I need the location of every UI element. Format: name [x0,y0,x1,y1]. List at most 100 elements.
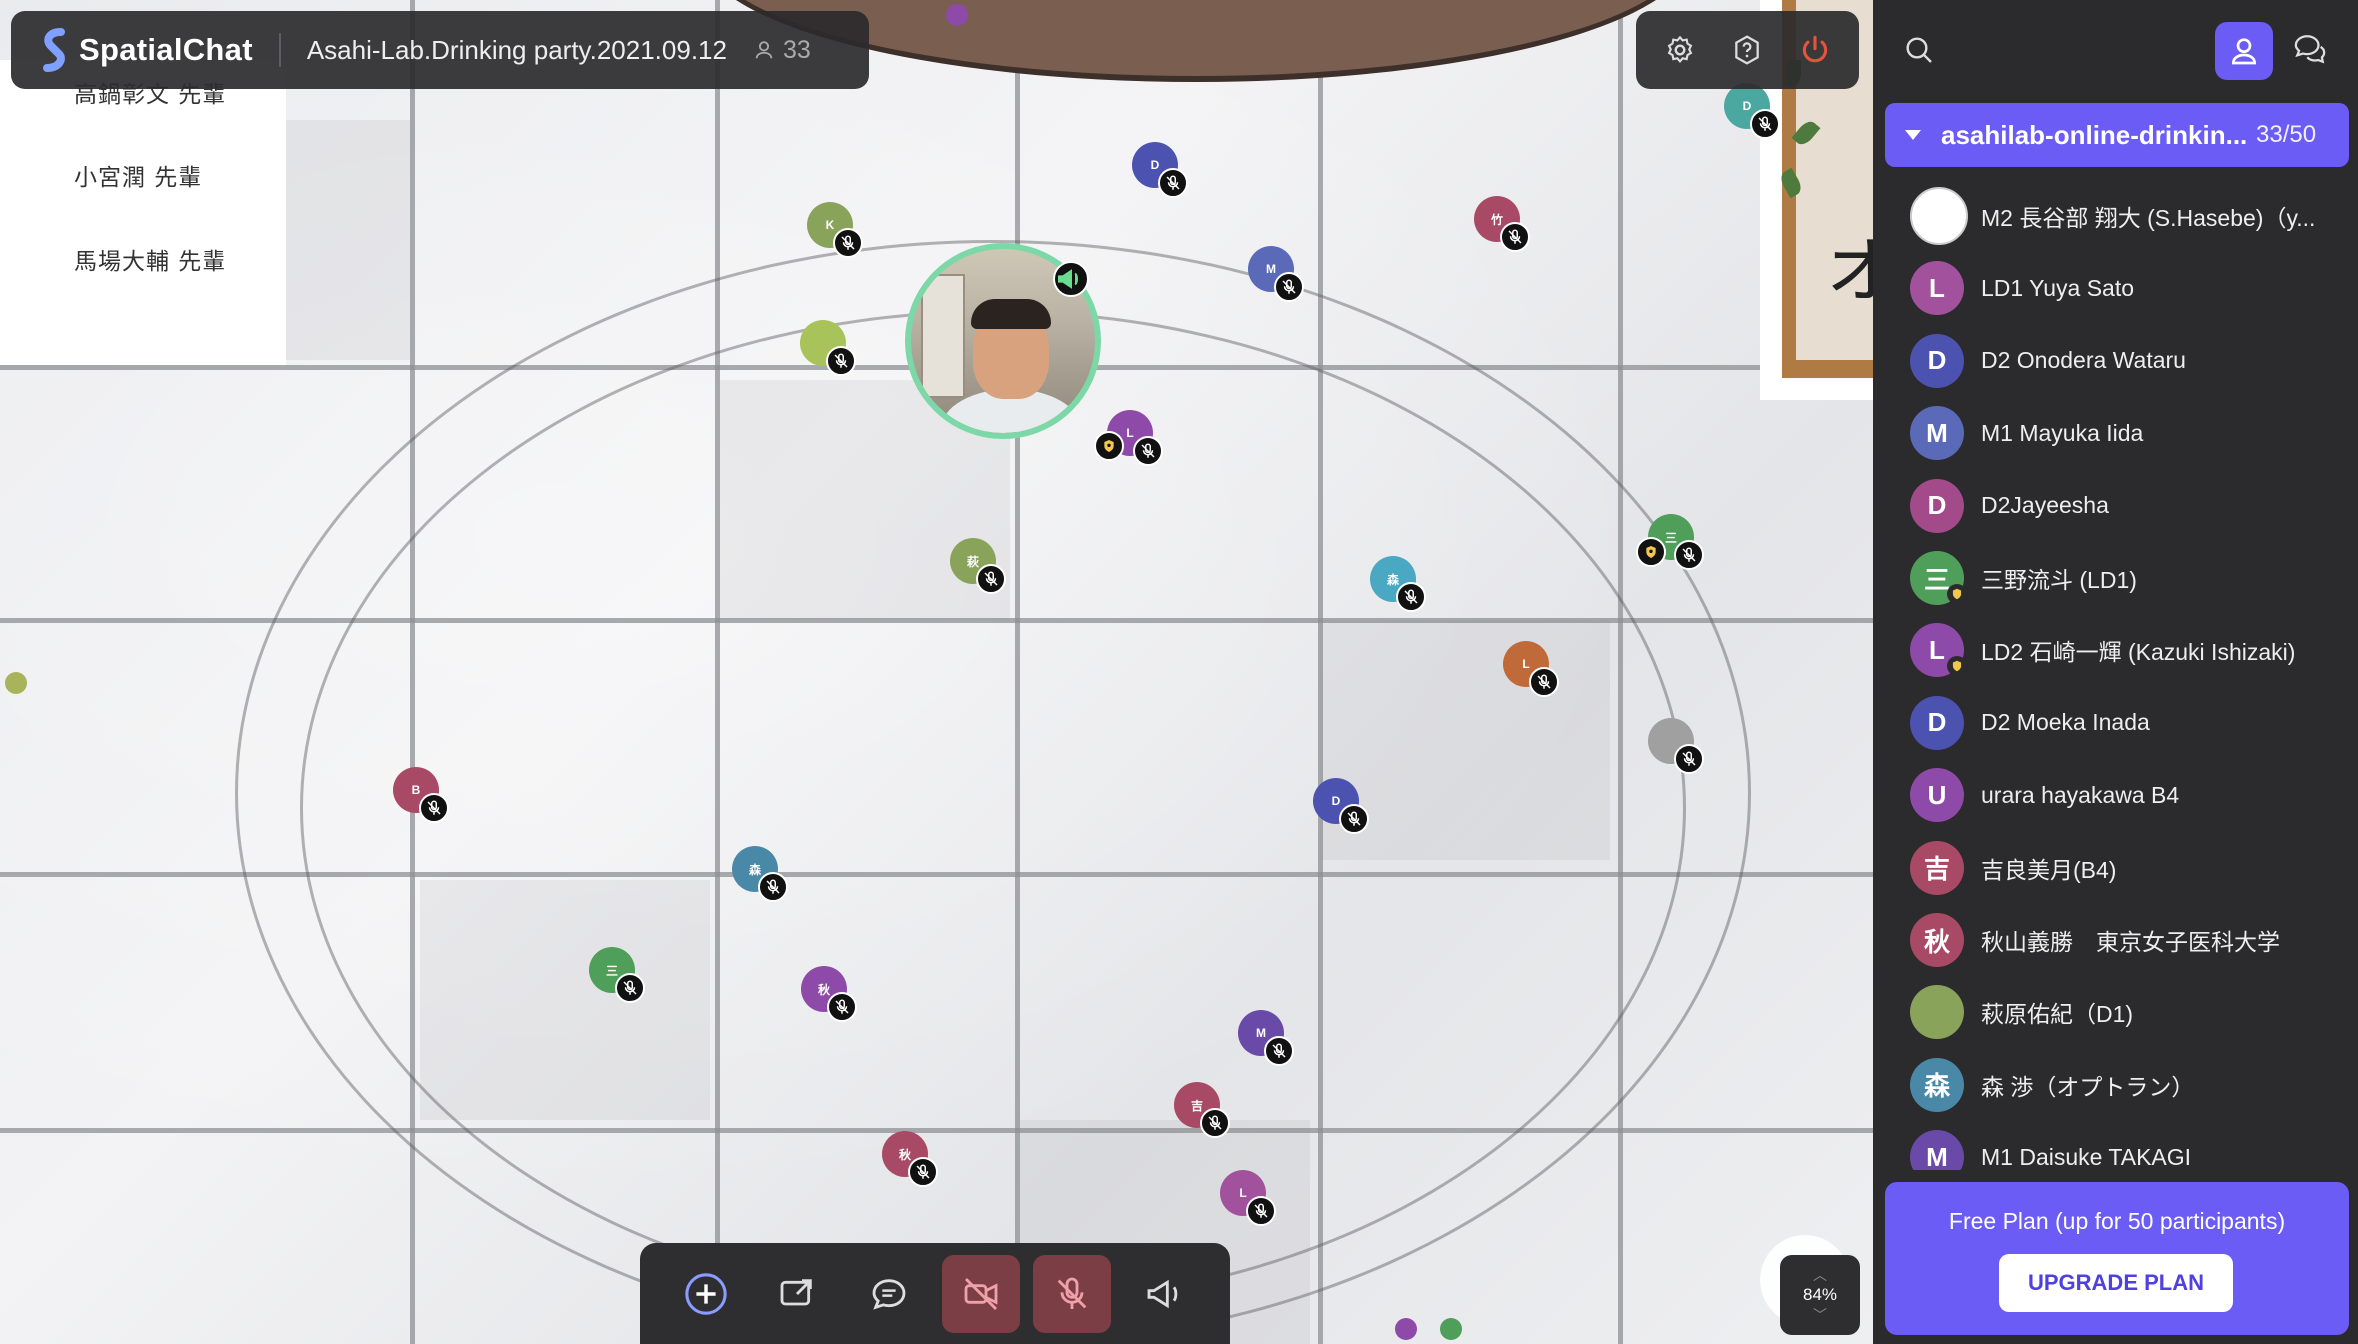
mic-off-icon [1158,168,1188,198]
host-icon [1636,537,1666,567]
participant-row[interactable]: D D2Jayeesha [1873,470,2358,542]
add-icon [685,1272,727,1315]
leave-button[interactable] [1790,25,1840,75]
mic-off-icon [1058,1277,1087,1309]
mic-off-icon [1674,540,1704,570]
mic-off-icon [827,992,857,1022]
room-title: Asahi-Lab.Drinking party.2021.09.12 [306,34,727,65]
mic-off-icon [826,346,856,376]
participant-name: M1 Mayuka Iida [1981,419,2144,446]
participant-count: 33 [753,36,811,65]
participant-row[interactable]: 吉吉良美月(B4) [1873,832,2358,904]
plan-text: Free Plan (up for 50 participants) [1948,1208,2286,1234]
add-button[interactable] [667,1255,745,1333]
participant-row[interactable]: M2 長谷部 翔大 (S.Hasebe)（y... [1873,180,2358,252]
mic-off-icon [758,872,788,902]
chat-button[interactable] [850,1255,928,1333]
participant-row[interactable]: L LD1 Yuya Sato [1873,252,2358,324]
power-icon [1802,35,1828,63]
users-icon [2231,38,2257,65]
help-button[interactable] [1722,25,1772,75]
participant-name: LD1 Yuya Sato [1981,274,2135,301]
camera-toggle-button[interactable] [941,1254,1020,1333]
background-shelf [921,274,965,398]
participant-list[interactable]: M2 長谷部 翔大 (S.Hasebe)（y... L LD1 Yuya Sato D… [1873,180,2358,1170]
participant-name: 萩原佑紀（D1) [1981,1001,2134,1028]
host-icon [1947,656,1967,677]
header-divider [278,33,281,67]
participant-name: 森 渉（オプトラン） [1981,1073,2195,1100]
participant-row[interactable]: 三三野流斗 (LD1) [1873,542,2358,614]
sidebar-header [1873,0,2358,100]
board-name: 小宮潤 先輩 [74,165,203,191]
mic-off-icon [1529,667,1559,697]
participant-avatar: L [1910,261,1964,316]
chat-icon [2294,35,2326,64]
search-icon [1906,37,1932,63]
host-icon [1094,431,1124,461]
zoom-down-icon[interactable]: ﹀ [1813,1305,1827,1325]
participant-avatar: 森 [1910,1057,1964,1112]
gear-icon [1667,35,1693,63]
participant-avatar: D [1910,333,1964,388]
avatar-dot[interactable] [1440,1318,1462,1340]
camera-off-icon [964,1277,998,1310]
participants-tab[interactable] [2215,22,2273,80]
participant-name: 三野流斗 (LD1) [1981,567,2137,593]
upgrade-plan-button[interactable]: UPGRADE PLAN [1999,1254,2233,1312]
participant-avatar [1910,985,1964,1040]
participant-row[interactable]: 秋秋山義勝 東京女子医科大学 [1873,904,2358,976]
participant-name: 秋山義勝 東京女子医科大学 [1981,929,2280,955]
mic-off-icon [419,793,449,823]
spatialchat-logo-icon [43,28,65,72]
avatar-dot[interactable] [946,4,968,26]
speaker-hair [971,299,1051,329]
share-screen-button[interactable] [758,1255,836,1333]
mic-toggle-button[interactable] [1033,1254,1112,1333]
broadcast-button[interactable] [1125,1255,1203,1333]
participant-row[interactable]: 萩原佑紀（D1) [1873,976,2358,1048]
participant-name: D2 Onodera Wataru [1981,347,2186,374]
participant-name: 吉良美月(B4) [1981,856,2117,883]
zoom-up-icon[interactable]: ︿ [1813,1265,1827,1285]
participant-row[interactable]: L LD2 石崎一輝 (Kazuki Ishizaki) [1873,614,2358,686]
mic-off-icon [1133,436,1163,466]
participant-name: urara hayakawa B4 [1981,781,2180,808]
participant-avatar: M [1910,406,1964,461]
participant-row[interactable]: M M1 Daisuke TAKAGI [1873,1121,2358,1170]
participant-name: M2 長谷部 翔大 (S.Hasebe)（y... [1981,205,2316,231]
top-right-controls [1636,11,1859,89]
participant-count-value: 33 [782,35,811,64]
participant-row[interactable]: 森森 渉（オプトラン） [1873,1049,2358,1121]
avatar-dot[interactable] [1395,1318,1417,1340]
mic-off-icon [1246,1196,1276,1226]
bottom-toolbar [640,1243,1230,1344]
room-selector[interactable]: asahilab-online-drinkin... 33/50 [1885,103,2349,167]
mic-off-icon [1264,1036,1294,1066]
participant-name: M1 Daisuke TAKAGI [1981,1143,2192,1170]
frame-character: オ [1826,229,1873,313]
participant-avatar: 吉 [1910,840,1964,895]
mic-off-icon [908,1157,938,1187]
mic-off-icon [833,228,863,258]
participant-row[interactable]: D D2 Onodera Wataru [1873,325,2358,397]
room-count: 33/50 [2256,121,2317,148]
help-icon [1735,35,1760,65]
participant-row[interactable]: D D2 Moeka Inada [1873,687,2358,759]
participant-avatar: U [1910,768,1964,823]
plan-card: Free Plan (up for 50 participants) UPGRA… [1885,1182,2349,1335]
search-button[interactable] [1903,34,1935,71]
megaphone-icon [1053,261,1089,297]
participant-row[interactable]: Uurara hayakawa B4 [1873,759,2358,831]
participants-sidebar: asahilab-online-drinkin... 33/50 M2 長谷部 … [1873,0,2358,1344]
chat-tab[interactable] [2293,32,2327,71]
spatial-canvas[interactable]: 高鍋彰文 先輩 小宮潤 先輩 馬場大輔 先輩 オ DK竹ML萩三森LBD森三秋M… [0,0,1873,1344]
broadcast-icon [1147,1279,1178,1308]
share-screen-icon [781,1278,813,1305]
participant-row[interactable]: M M1 Mayuka Iida [1873,397,2358,469]
settings-button[interactable] [1655,25,1705,75]
mic-off-icon [1500,222,1530,252]
zoom-control[interactable]: ︿ 84% ﹀ [1780,1255,1860,1335]
mic-off-icon [1396,582,1426,612]
avatar-dot[interactable] [5,672,27,694]
